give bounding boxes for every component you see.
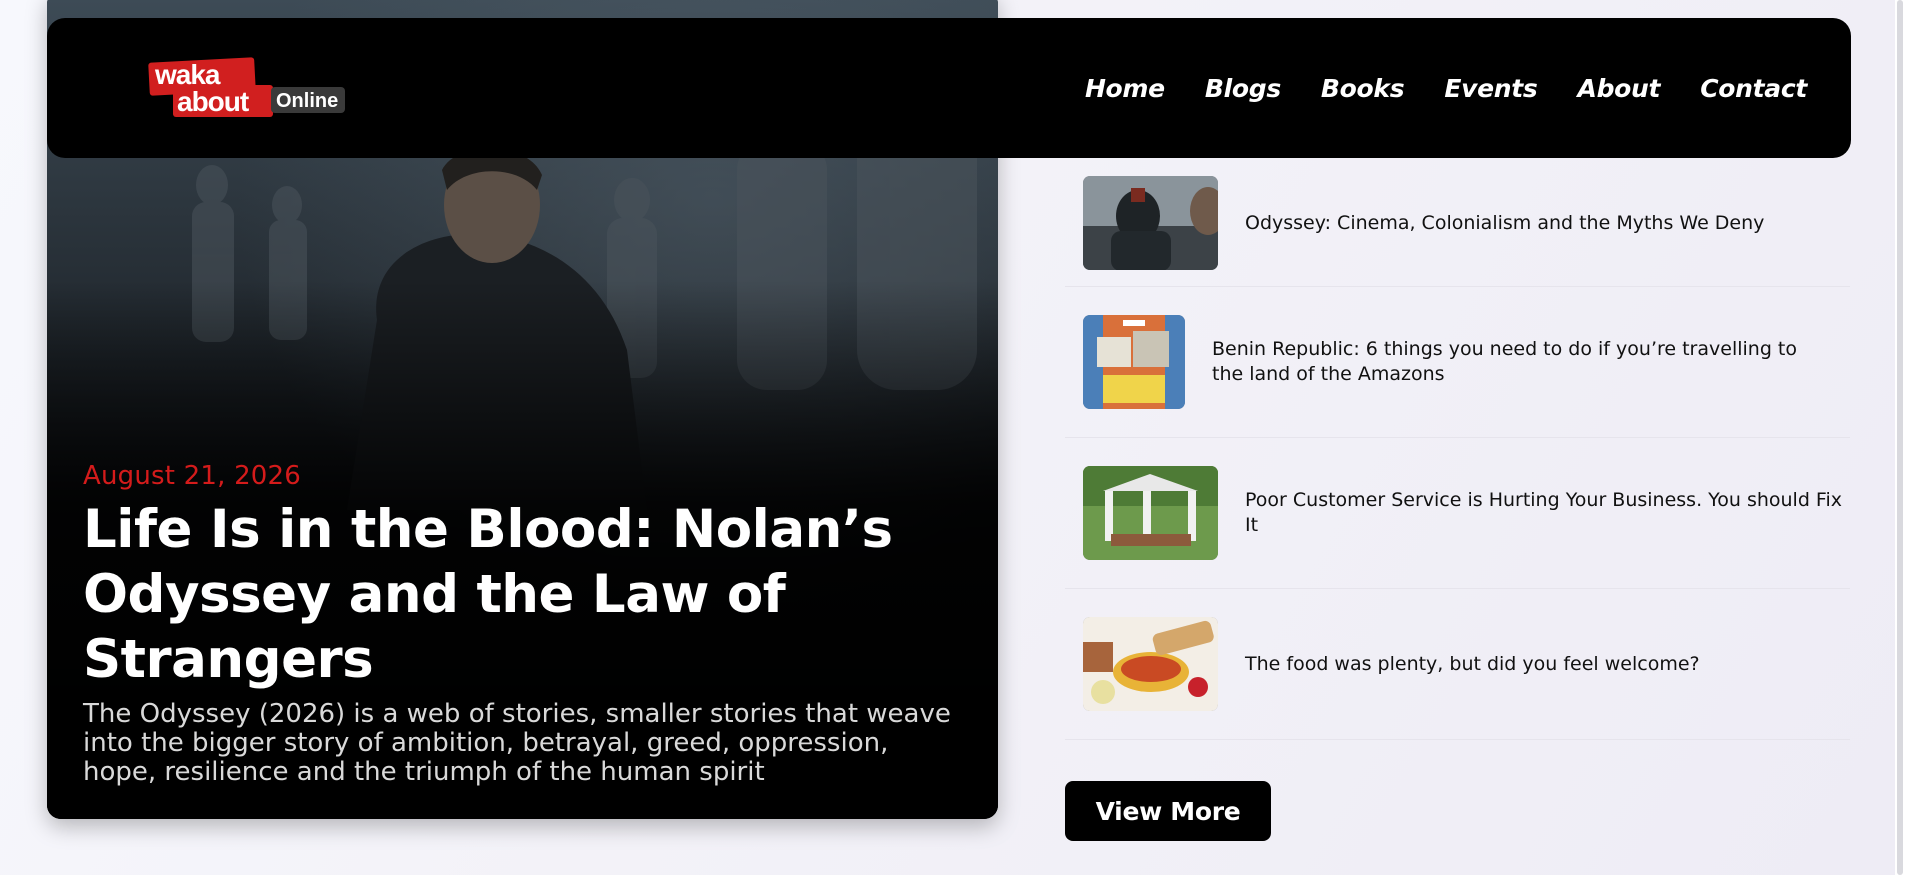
top-navbar: waka about Online Home Blogs Books Event… <box>47 18 1851 158</box>
list-item[interactable]: Poor Customer Service is Hurting Your Bu… <box>1065 438 1850 589</box>
post-thumbnail <box>1083 466 1218 560</box>
site-logo[interactable]: waka about Online <box>147 57 347 119</box>
view-more-button[interactable]: View More <box>1065 781 1271 841</box>
logo-text-suffix: Online <box>276 90 338 112</box>
nav-events[interactable]: Events <box>1444 74 1537 103</box>
list-item[interactable]: Odyssey: Cinema, Colonialism and the Myt… <box>1065 160 1850 287</box>
post-title[interactable]: Poor Customer Service is Hurting Your Bu… <box>1245 488 1850 538</box>
logo-text-bottom: about <box>177 86 249 117</box>
list-item[interactable]: Benin Republic: 6 things you need to do … <box>1065 287 1850 438</box>
main-navigation: Home Blogs Books Events About Contact <box>1085 74 1807 103</box>
post-thumbnail <box>1083 315 1185 409</box>
scrollbar-thumb[interactable] <box>1897 0 1903 875</box>
post-title[interactable]: Odyssey: Cinema, Colonialism and the Myt… <box>1245 211 1764 236</box>
nav-blogs[interactable]: Blogs <box>1205 74 1281 103</box>
page-scrollbar[interactable] <box>1895 0 1905 875</box>
featured-post-excerpt: The Odyssey (2026) is a web of stories, … <box>83 699 951 787</box>
list-item[interactable]: The food was plenty, but did you feel we… <box>1065 589 1850 740</box>
post-thumbnail <box>1083 176 1218 270</box>
site-logo-image: waka about Online <box>148 57 345 117</box>
featured-post-title[interactable]: Life Is in the Blood: Nolan’s Odyssey an… <box>83 497 958 692</box>
nav-contact[interactable]: Contact <box>1700 74 1807 103</box>
post-title[interactable]: Benin Republic: 6 things you need to do … <box>1212 337 1832 387</box>
nav-about[interactable]: About <box>1578 74 1661 103</box>
post-thumbnail <box>1083 617 1218 711</box>
nav-home[interactable]: Home <box>1085 74 1165 103</box>
post-title[interactable]: The food was plenty, but did you feel we… <box>1245 652 1700 677</box>
recent-posts-list: Odyssey: Cinema, Colonialism and the Myt… <box>1065 160 1850 740</box>
featured-post-date: August 21, 2026 <box>83 461 302 491</box>
nav-books[interactable]: Books <box>1321 74 1405 103</box>
